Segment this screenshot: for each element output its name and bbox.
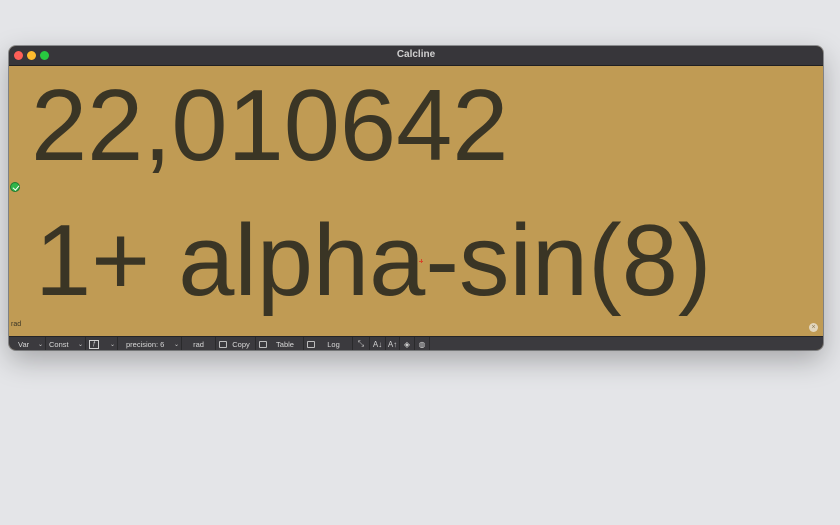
cursor-marker-icon [419, 259, 423, 263]
angle-unit-label: rad [193, 339, 204, 349]
result-value: 22,010642 [31, 70, 509, 182]
expression-input[interactable]: 1+ alpha-sin(8) [35, 211, 712, 312]
calcline-window: Calcline 22,010642 1+ alpha-sin(8) rad ×… [9, 46, 823, 350]
log-icon [307, 340, 315, 348]
copy-label: Copy [232, 339, 250, 349]
log-label: Log [327, 339, 340, 349]
table-button[interactable]: Table [256, 337, 304, 350]
precision-label: precision: 6 [126, 339, 165, 349]
precision-select[interactable]: precision: 6 ⌄ [118, 337, 182, 350]
chevron-down-icon: ⌄ [37, 341, 43, 348]
log-button[interactable]: Log [304, 337, 353, 350]
chevron-down-icon: ⌄ [77, 341, 83, 348]
expand-button[interactable]: ⤡ [353, 337, 370, 350]
decrease-font-icon: A↓ [372, 339, 383, 349]
copy-button[interactable]: Copy [216, 337, 256, 350]
decrease-font-button[interactable]: A↓ [370, 337, 386, 350]
clear-circle-icon[interactable]: × [809, 323, 818, 332]
window-title: Calcline [396, 49, 436, 60]
palette-icon: ◍ [418, 339, 426, 349]
check-circle-icon [10, 182, 20, 192]
palette-button[interactable]: ◍ [415, 337, 430, 350]
fill-color-button[interactable]: ◈ [400, 337, 415, 350]
table-label: Table [276, 339, 294, 349]
chevron-down-icon: ⌄ [173, 341, 179, 348]
angle-unit-button[interactable]: rad [182, 337, 216, 350]
calculator-display[interactable]: 22,010642 1+ alpha-sin(8) rad × [9, 66, 823, 336]
angle-mode-indicator: rad [11, 321, 22, 328]
bottom-toolbar: Var ⌄ Const ⌄ ƒ ⌄ precision: 6 ⌄ rad Cop… [9, 336, 823, 350]
expand-icon: ⤡ [357, 339, 365, 348]
const-select-label: Const [49, 339, 69, 349]
function-select[interactable]: ƒ ⌄ [86, 337, 118, 350]
chevron-down-icon: ⌄ [109, 341, 115, 348]
function-icon: ƒ [89, 339, 99, 349]
title-bar: Calcline [9, 46, 823, 66]
var-select[interactable]: Var ⌄ [9, 337, 46, 350]
increase-font-button[interactable]: A↑ [386, 337, 400, 350]
fill-color-icon: ◈ [403, 339, 411, 349]
const-select[interactable]: Const ⌄ [46, 337, 86, 350]
table-icon [259, 340, 267, 348]
var-select-label: Var [18, 339, 30, 349]
increase-font-icon: A↑ [387, 339, 398, 349]
copy-icon [219, 340, 227, 348]
